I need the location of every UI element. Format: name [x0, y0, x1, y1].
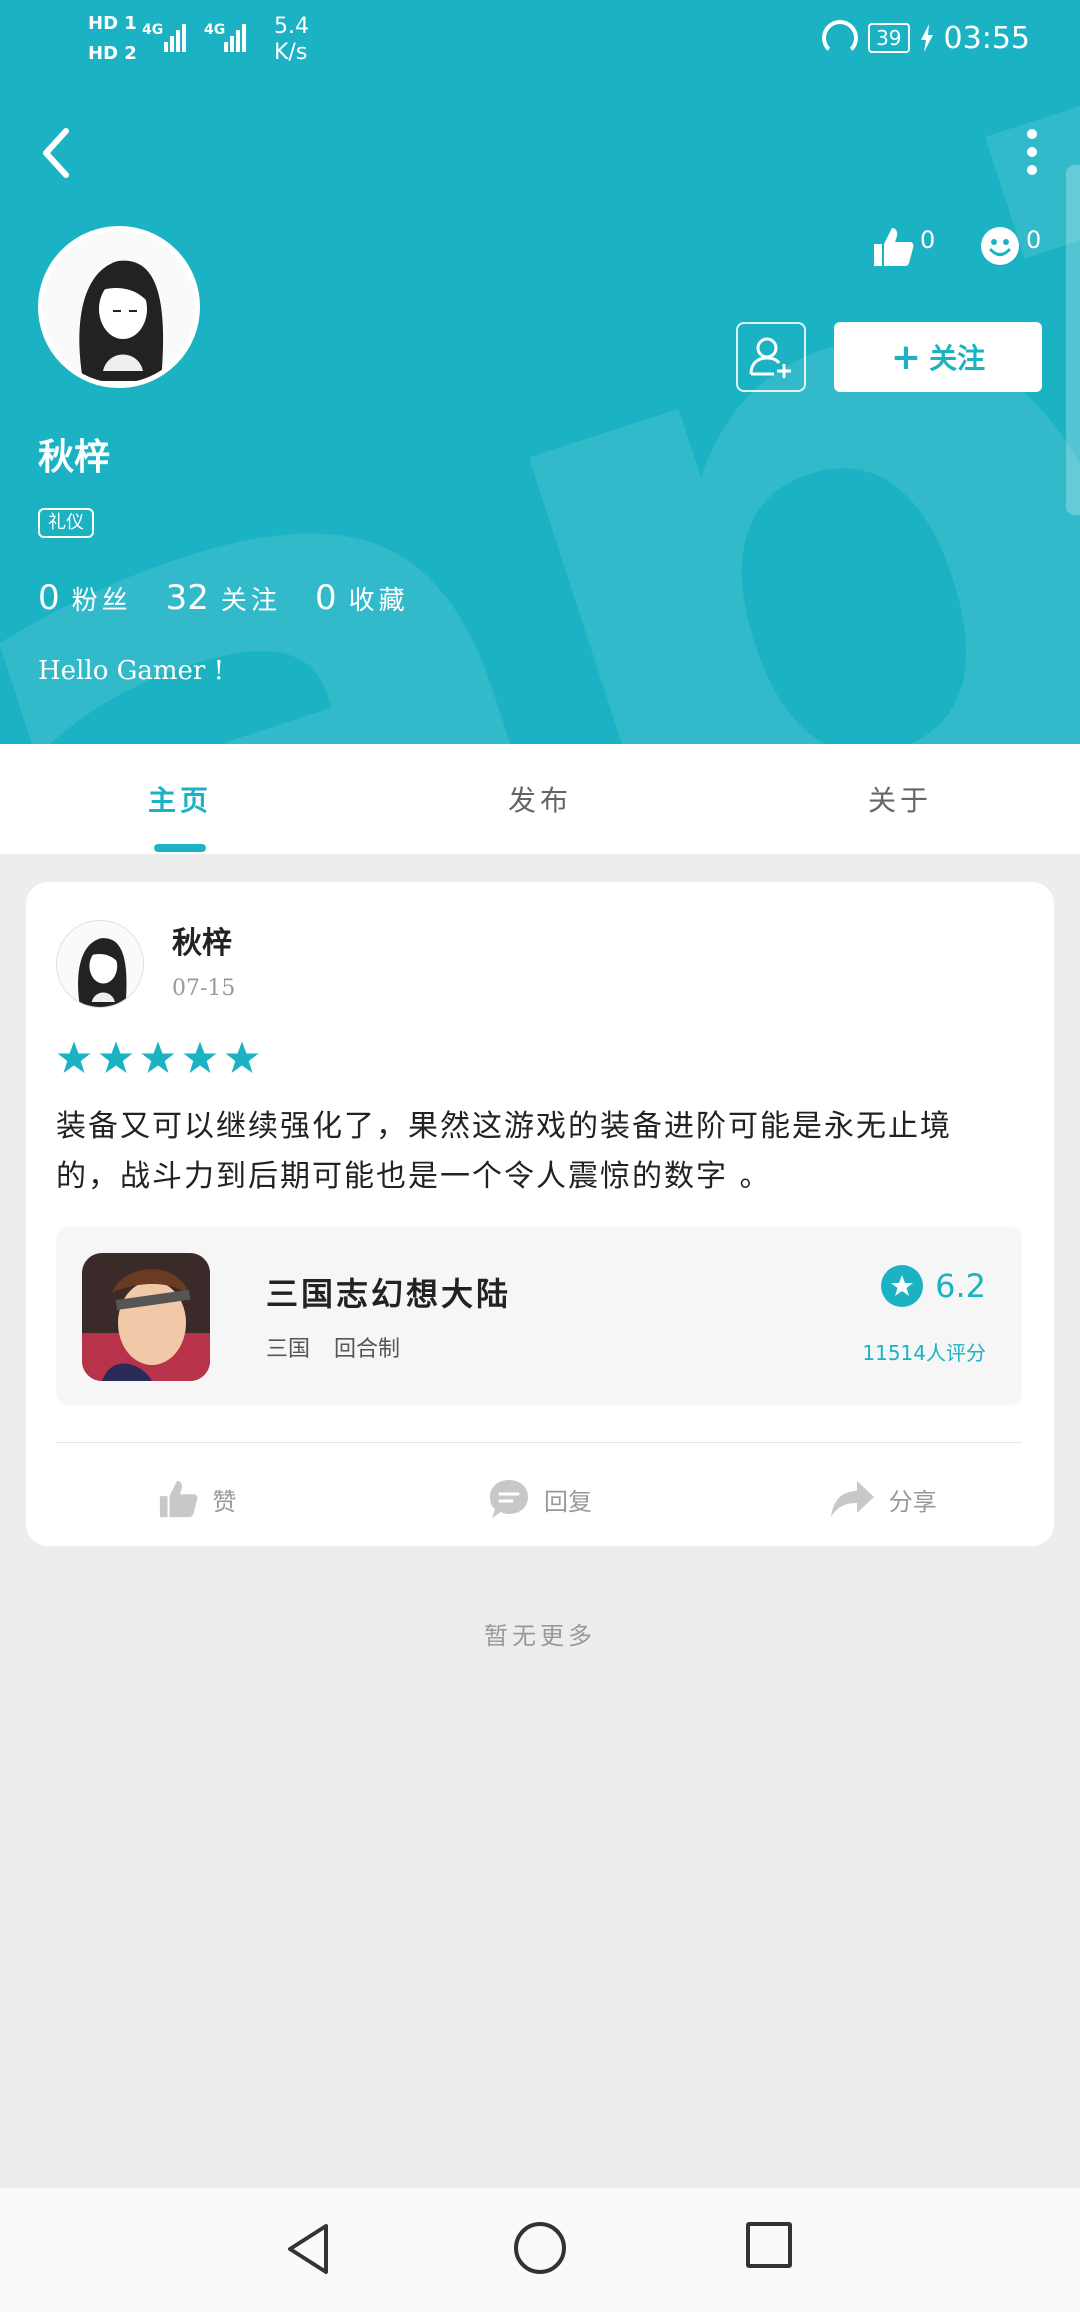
nav-back-button[interactable] [284, 2222, 332, 2280]
speedometer-icon [822, 20, 859, 56]
post-text-line: 的，战斗力到后期可能也是一个令人震惊的数字 。 [56, 1159, 772, 1194]
stat-favorites-count: 0 [314, 578, 337, 618]
add-friend-button[interactable] [736, 322, 806, 392]
star-icon [141, 1041, 175, 1073]
more-vertical-icon [1027, 129, 1037, 175]
review-post-card[interactable]: 秋梓 07-15 装备又可以继续强化了，果然这游戏的装备进阶可能是永无止境 的，… [26, 882, 1054, 1546]
faces-count: 0 [1026, 226, 1042, 254]
no-more-text: 暂无更多 [484, 1622, 596, 1650]
sim-indicators: HD 1 HD 2 [88, 14, 137, 74]
chevron-left-icon [43, 128, 69, 178]
post-text: 装备又可以继续强化了，果然这游戏的装备进阶可能是永无止境 的，战斗力到后期可能也… [56, 1102, 1016, 1202]
thumbs-up-icon [160, 1480, 198, 1518]
network1-label: 4G [142, 22, 163, 38]
sim2-label: HD 2 [88, 43, 137, 64]
stat-favorites-label: 收藏 [348, 586, 409, 616]
divider [56, 1442, 1022, 1443]
charging-icon [920, 24, 933, 52]
reply-label: 回复 [544, 1487, 592, 1516]
star-icon [183, 1041, 217, 1073]
plus-icon: + [890, 336, 922, 378]
share-button[interactable]: 分享 [711, 1452, 1054, 1546]
star-icon [99, 1041, 133, 1073]
profile-name: 秋梓 [38, 437, 111, 478]
star-icon [57, 1041, 91, 1073]
like-button[interactable]: 赞 [26, 1452, 369, 1546]
thumbs-up-icon [874, 228, 914, 266]
game-review-count: 11514人评分 [862, 1341, 986, 1365]
profile-tabs: 主页 发布 关于 [0, 744, 1080, 854]
stat-following[interactable]: 32 关注 [166, 578, 281, 618]
rating-star-icon [881, 1265, 924, 1307]
post-actions: 赞 回复 分享 [26, 1452, 1054, 1546]
reactions-indicator[interactable]: 0 [980, 226, 1041, 266]
back-button[interactable] [38, 125, 78, 181]
more-menu-button[interactable] [1022, 128, 1042, 176]
game-icon [82, 1253, 210, 1381]
likes-count: 0 [920, 226, 936, 254]
game-tags: 三国 回合制 [266, 1331, 400, 1363]
follow-button[interactable]: + 关注 [834, 322, 1042, 392]
game-card[interactable]: 三国志幻想大陆 三国 回合制 6.2 11514人评分 [56, 1227, 1022, 1405]
reply-button[interactable]: 回复 [369, 1452, 712, 1546]
game-tag: 三国 [266, 1337, 311, 1362]
game-tag: 回合制 [334, 1337, 401, 1362]
stat-fans-count: 0 [38, 578, 60, 618]
tab-posts[interactable]: 发布 [360, 744, 720, 854]
stat-fans[interactable]: 0 粉丝 [38, 578, 132, 618]
star-icon [225, 1041, 259, 1073]
follow-label: 关注 [929, 342, 986, 375]
post-text-line: 装备又可以继续强化了，果然这游戏的装备进阶可能是永无止境 [56, 1109, 952, 1144]
speed-value: 5.4 [274, 14, 309, 39]
status-bar: HD 1 HD 2 4G 4G 5.4 K/s 39 03:55 [0, 0, 1080, 80]
share-icon [830, 1481, 874, 1517]
smiley-icon [981, 227, 1019, 265]
nav-home-button[interactable] [514, 2222, 566, 2274]
sim1-label: HD 1 [88, 13, 137, 34]
profile-bio: Hello Gamer ! [38, 656, 225, 686]
profile-tag-badge[interactable]: 礼仪 [38, 508, 94, 538]
status-right: 39 03:55 [822, 20, 1030, 56]
network-speed: 5.4 K/s [274, 14, 309, 66]
speed-unit: K/s [274, 40, 308, 65]
post-author-avatar[interactable] [56, 920, 144, 1008]
rating-stars [56, 1040, 260, 1076]
clock: 03:55 [943, 20, 1030, 56]
share-label: 分享 [888, 1487, 937, 1516]
signal-icon: 4G 4G [142, 18, 262, 62]
profile-stats: 0 粉丝 32 关注 0 收藏 [38, 578, 409, 618]
profile-avatar[interactable] [38, 226, 200, 388]
triangle-back-icon [288, 2224, 328, 2274]
nav-recents-button[interactable] [746, 2222, 792, 2268]
game-rating: 6.2 [881, 1265, 986, 1307]
likes-indicator[interactable]: 0 [872, 226, 935, 268]
post-date: 07-15 [172, 976, 236, 1001]
stat-fans-label: 粉丝 [71, 586, 132, 616]
network2-label: 4G [204, 22, 225, 38]
tab-home[interactable]: 主页 [0, 744, 360, 854]
game-rating-value: 6.2 [935, 1267, 986, 1305]
stat-favorites[interactable]: 0 收藏 [315, 578, 409, 618]
tab-about[interactable]: 关于 [720, 744, 1080, 854]
like-label: 赞 [212, 1487, 237, 1516]
system-nav-bar [0, 2188, 1080, 2312]
game-title: 三国志幻想大陆 [266, 1275, 512, 1313]
post-author-name[interactable]: 秋梓 [172, 918, 232, 962]
profile-header: apTa HD 1 HD 2 4G 4G 5.4 K/s [0, 0, 1080, 744]
battery-icon: 39 [868, 23, 910, 53]
stat-following-count: 32 [165, 578, 209, 618]
scroll-indicator[interactable] [1066, 165, 1080, 515]
add-user-icon [749, 337, 791, 378]
comment-icon [490, 1480, 528, 1518]
stat-following-label: 关注 [220, 586, 281, 616]
